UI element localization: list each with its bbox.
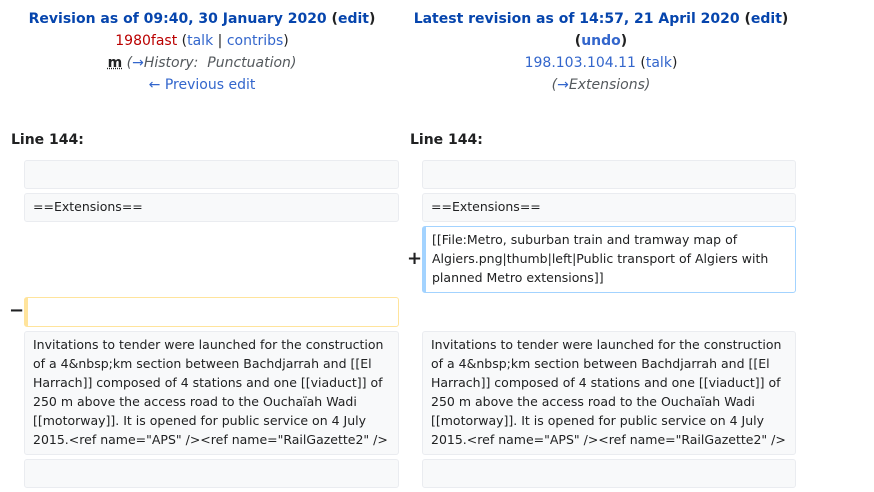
right-context-empty-2: [422, 459, 796, 488]
right-context-heading: ==Extensions==: [422, 193, 796, 222]
left-revision-header: Revision as of 09:40, 30 January 2020 (e…: [4, 8, 400, 96]
left-revision-link[interactable]: Revision as of 09:40, 30 January 2020: [29, 11, 327, 27]
left-contribs-link[interactable]: contribs: [227, 33, 283, 49]
left-context-heading: ==Extensions==: [24, 193, 399, 222]
left-separator: |: [217, 33, 223, 49]
deleted-line-marker: −: [9, 300, 25, 321]
left-user-line: 1980fast (talk | contribs): [4, 30, 400, 52]
left-summary-section: History:: [143, 55, 199, 71]
left-context-empty-2: [24, 459, 399, 488]
right-talk-link[interactable]: talk: [646, 55, 672, 71]
left-edit-summary: (→History: Punctuation): [126, 55, 297, 71]
right-user-paren-close: ): [671, 55, 678, 71]
left-section-arrow-link[interactable]: →: [132, 55, 144, 71]
right-line-number: Line 144:: [410, 132, 483, 148]
left-summary-text: Punctuation: [207, 55, 291, 71]
right-undo-line: (undo): [403, 30, 799, 52]
left-talk-link[interactable]: talk: [187, 33, 213, 49]
left-summary-line: m (→History: Punctuation): [4, 52, 400, 74]
right-paren-close: ): [781, 11, 789, 27]
right-summary-section: Extensions: [568, 77, 645, 93]
undo-paren-close: ): [620, 33, 628, 49]
left-line-number: Line 144:: [11, 132, 84, 148]
previous-edit-link[interactable]: ← Previous edit: [149, 77, 256, 93]
added-line-marker: +: [407, 248, 423, 269]
right-revision-link[interactable]: Latest revision as of 14:57, 21 April 20…: [414, 11, 740, 27]
right-context-paragraph: Invitations to tender were launched for …: [422, 331, 796, 455]
right-context-empty-1: [422, 160, 796, 189]
left-edit-link[interactable]: edit: [338, 11, 369, 27]
right-edit-link[interactable]: edit: [751, 11, 782, 27]
left-revision-title: Revision as of 09:40, 30 January 2020 (e…: [4, 8, 400, 30]
left-paren-close: ): [368, 11, 376, 27]
left-user-paren-close: ): [283, 33, 289, 49]
right-edit-summary: (→Extensions): [551, 77, 651, 93]
right-revision-header: Latest revision as of 14:57, 21 April 20…: [403, 8, 799, 96]
left-context-empty-1: [24, 160, 399, 189]
right-user-link[interactable]: 198.103.104.11: [525, 55, 636, 71]
added-line: [[File:Metro, suburban train and tramway…: [422, 226, 796, 293]
left-context-paragraph: Invitations to tender were launched for …: [24, 331, 399, 455]
left-user-link[interactable]: 1980fast: [115, 33, 177, 49]
minor-edit-flag: m: [107, 55, 123, 71]
right-section-arrow-link[interactable]: →: [557, 77, 569, 93]
undo-link[interactable]: undo: [581, 33, 621, 49]
deleted-empty-line: [24, 297, 399, 327]
right-user-line: 198.103.104.11 (talk): [403, 52, 799, 74]
right-revision-title: Latest revision as of 14:57, 21 April 20…: [403, 8, 799, 30]
